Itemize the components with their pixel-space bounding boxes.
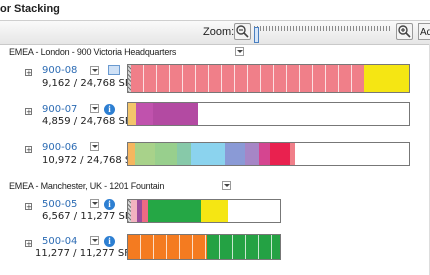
floor-area: 4,859 / 24,768 SF [42,116,131,127]
window-title: or Stacking [0,3,60,15]
building-label: EMEA - Manchester, UK - 1201 Fountain [9,181,165,191]
floor-area: 11,277 / 11,277 SF [35,248,130,259]
floor-stack-bar[interactable] [127,234,281,260]
occupancy-segment[interactable] [130,65,365,92]
zoom-label: Zoom: [203,26,235,38]
floor-code[interactable]: 900-06 [42,142,77,153]
occupancy-segment[interactable] [128,103,137,125]
occupancy-segment[interactable] [177,143,192,165]
occupancy-segment[interactable] [135,143,155,165]
occupancy-segment[interactable] [258,143,270,165]
occupancy-segment[interactable] [128,143,136,165]
zoom-in-icon [398,25,411,38]
floor-area: 9,162 / 24,768 SF [42,78,131,89]
zoom-in-button[interactable] [396,23,413,40]
occupancy-segment[interactable] [207,235,280,259]
zoom-out-button[interactable] [234,23,251,40]
occupancy-segment[interactable] [244,143,259,165]
floor-code[interactable]: 900-08 [42,65,77,76]
floor-dropdown[interactable] [90,104,99,113]
floor-dropdown[interactable] [90,66,99,75]
floor-area: 6,567 / 11,277 SF [42,211,131,222]
toolbar-cut-button[interactable]: Ad [418,23,430,40]
floor-code[interactable]: 900-07 [42,104,77,115]
floor-area: 10,972 / 24,768 SF [42,155,137,166]
occupancy-segment[interactable] [289,143,296,165]
building-dropdown[interactable] [235,47,244,56]
floor-code[interactable]: 500-04 [42,236,77,247]
floor-dropdown[interactable] [90,142,99,151]
building-dropdown[interactable] [222,181,231,190]
floor-dropdown[interactable] [90,236,99,245]
zoom-out-icon [236,25,249,38]
info-icon[interactable]: i [104,104,115,115]
building-label: EMEA - London - 900 Victoria Headquarter… [9,47,177,57]
occupancy-segment[interactable] [136,103,154,125]
expand-toggle[interactable]: + [25,203,32,211]
floor-stack-bar[interactable] [127,64,410,93]
occupancy-segment[interactable] [364,65,409,92]
occupancy-segment[interactable] [153,103,199,125]
occupancy-segment[interactable] [128,235,208,259]
zoom-toolbar: Zoom: Ad [0,21,430,45]
info-icon[interactable]: i [104,236,115,247]
floor-stack-bar[interactable] [127,142,410,166]
occupancy-segment[interactable] [191,143,225,165]
expand-toggle[interactable]: + [25,108,32,116]
info-icon[interactable]: i [104,199,115,210]
floor-stack-bar[interactable] [127,102,410,126]
occupancy-segment[interactable] [200,200,229,222]
floor-stack-bar[interactable] [127,199,281,223]
occupancy-segment[interactable] [147,200,201,222]
expand-toggle[interactable]: + [25,69,32,77]
zoom-slider[interactable] [254,24,390,43]
title-bar: or Stacking [0,0,430,21]
expand-toggle[interactable]: + [25,146,32,154]
zoom-slider-thumb[interactable] [254,27,259,43]
expand-toggle[interactable]: + [25,240,32,248]
occupancy-segment[interactable] [154,143,178,165]
floor-code[interactable]: 500-05 [42,199,77,210]
occupancy-segment[interactable] [269,143,290,165]
occupancy-segment[interactable] [224,143,245,165]
floor-dropdown[interactable] [90,199,99,208]
flag-icon[interactable] [108,65,120,75]
